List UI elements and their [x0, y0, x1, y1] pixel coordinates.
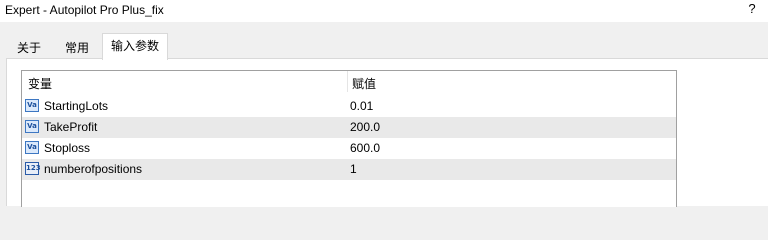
- double-value-icon: Va: [25, 99, 39, 112]
- integer-value-icon: 123: [25, 162, 41, 175]
- table-row[interactable]: 123 numberofpositions 1: [22, 159, 676, 180]
- title-bar: Expert - Autopilot Pro Plus_fix ?: [0, 0, 768, 22]
- parameter-value[interactable]: 200.0: [350, 120, 380, 134]
- table-row[interactable]: Va Stoploss 600.0: [22, 138, 676, 159]
- parameter-value[interactable]: 1: [350, 162, 357, 176]
- tab-about[interactable]: 关于: [8, 37, 50, 60]
- double-value-icon: Va: [25, 120, 39, 133]
- column-header-variable[interactable]: 变量: [28, 75, 52, 92]
- tab-inputs[interactable]: 输入参数: [102, 33, 169, 60]
- column-header-value[interactable]: 赋值: [352, 75, 376, 92]
- table-header: 变量 赋值: [22, 71, 676, 92]
- parameter-name: StartingLots: [44, 99, 109, 113]
- parameter-name: TakeProfit: [44, 120, 98, 134]
- parameter-value[interactable]: 0.01: [350, 99, 373, 113]
- inputs-panel: 变量 赋值 Va StartingLots 0.01 Va TakeProfit…: [6, 58, 768, 207]
- help-button[interactable]: ?: [744, 1, 760, 19]
- window-title: Expert - Autopilot Pro Plus_fix: [5, 3, 164, 17]
- tab-strip: 关于 常用 输入参数: [0, 33, 768, 60]
- parameters-table: 变量 赋值 Va StartingLots 0.01 Va TakeProfit…: [21, 70, 677, 207]
- double-value-icon: Va: [25, 141, 39, 154]
- parameter-name: Stoploss: [44, 141, 91, 155]
- tab-common[interactable]: 常用: [56, 37, 98, 60]
- parameter-name: numberofpositions: [44, 162, 143, 176]
- parameter-value[interactable]: 600.0: [350, 141, 380, 155]
- table-row[interactable]: Va StartingLots 0.01: [22, 96, 676, 117]
- column-divider[interactable]: [347, 71, 348, 92]
- table-row[interactable]: Va TakeProfit 200.0: [22, 117, 676, 138]
